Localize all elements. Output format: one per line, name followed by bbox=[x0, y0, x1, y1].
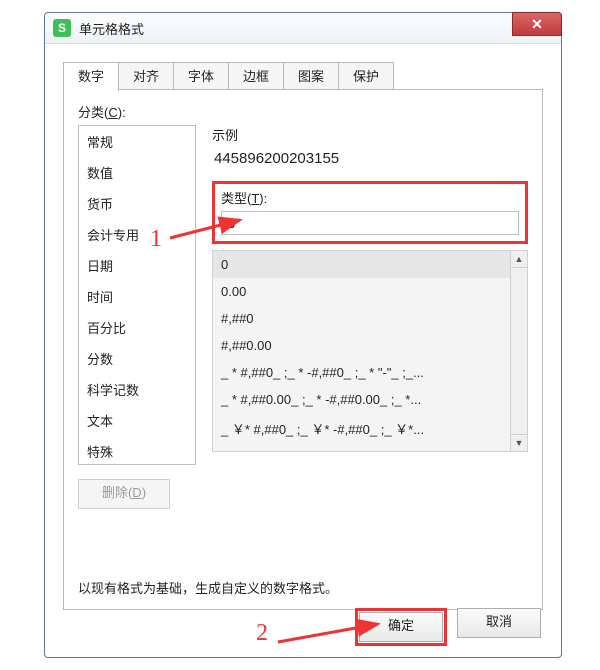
ok-button[interactable]: 确定 bbox=[359, 612, 443, 642]
cell-format-dialog: S 单元格格式 ✕ 数字 对齐 字体 边框 图案 保护 分类(C): bbox=[44, 12, 562, 658]
fmt-item-3[interactable]: #,##0.00 bbox=[213, 332, 511, 359]
dialog-button-row: 确定 取消 bbox=[355, 608, 541, 646]
hint-text: 以现有格式为基础，生成自定义的数字格式。 bbox=[78, 578, 338, 597]
tab-align[interactable]: 对齐 bbox=[118, 62, 174, 90]
tab-protect[interactable]: 保护 bbox=[338, 62, 394, 90]
tab-number[interactable]: 数字 bbox=[63, 62, 119, 91]
scroll-up-icon[interactable]: ▲ bbox=[511, 251, 527, 268]
annotation-box-1: 类型(T): bbox=[212, 181, 528, 244]
cat-text[interactable]: 文本 bbox=[79, 405, 195, 436]
cat-special[interactable]: 特殊 bbox=[79, 436, 195, 465]
cat-number[interactable]: 数值 bbox=[79, 157, 195, 188]
cat-general[interactable]: 常规 bbox=[79, 126, 195, 157]
titlebar: S 单元格格式 ✕ bbox=[45, 13, 561, 44]
fmt-item-2[interactable]: #,##0 bbox=[213, 305, 511, 332]
example-label: 示例 bbox=[212, 125, 528, 144]
category-label: 分类(C): bbox=[78, 102, 528, 121]
tab-pattern[interactable]: 图案 bbox=[283, 62, 339, 90]
window-title: 单元格格式 bbox=[79, 19, 144, 38]
fmt-item-1[interactable]: 0.00 bbox=[213, 278, 511, 305]
type-input[interactable] bbox=[221, 211, 519, 235]
right-column: 示例 445896200203155 类型(T): 0 0.00 #,##0 bbox=[212, 125, 528, 465]
cat-currency[interactable]: 货币 bbox=[79, 188, 195, 219]
tab-strip: 数字 对齐 字体 边框 图案 保护 bbox=[63, 62, 543, 90]
close-button[interactable]: ✕ bbox=[512, 12, 562, 36]
tab-border[interactable]: 边框 bbox=[228, 62, 284, 90]
cat-time[interactable]: 时间 bbox=[79, 281, 195, 312]
tab-panel-number: 分类(C): 常规 数值 货币 会计专用 日期 时间 百分比 分数 科学记数 文 bbox=[63, 90, 543, 610]
format-list[interactable]: 0 0.00 #,##0 #,##0.00 _ * #,##0_ ;_ * -#… bbox=[212, 250, 528, 452]
cancel-button[interactable]: 取消 bbox=[457, 608, 541, 638]
scroll-down-icon[interactable]: ▼ bbox=[511, 434, 527, 451]
cat-scientific[interactable]: 科学记数 bbox=[79, 374, 195, 405]
cat-percent[interactable]: 百分比 bbox=[79, 312, 195, 343]
fmt-item-6[interactable]: _ ￥* #,##0_ ;_ ￥* -#,##0_ ;_ ￥*... bbox=[213, 413, 511, 444]
cat-fraction[interactable]: 分数 bbox=[79, 343, 195, 374]
example-value: 445896200203155 bbox=[214, 150, 528, 167]
app-icon: S bbox=[53, 19, 71, 37]
annotation-box-2: 确定 bbox=[355, 608, 447, 646]
delete-button: 删除(D) bbox=[78, 479, 170, 509]
cat-date[interactable]: 日期 bbox=[79, 250, 195, 281]
fmt-item-4[interactable]: _ * #,##0_ ;_ * -#,##0_ ;_ * "-"_ ;_... bbox=[213, 359, 511, 386]
type-label: 类型(T): bbox=[221, 188, 519, 207]
tab-font[interactable]: 字体 bbox=[173, 62, 229, 90]
cat-accounting[interactable]: 会计专用 bbox=[79, 219, 195, 250]
format-scrollbar[interactable]: ▲ ▼ bbox=[510, 251, 527, 451]
close-icon: ✕ bbox=[531, 17, 543, 31]
fmt-item-0[interactable]: 0 bbox=[213, 251, 511, 278]
fmt-item-5[interactable]: _ * #,##0.00_ ;_ * -#,##0.00_ ;_ *... bbox=[213, 386, 511, 413]
category-list[interactable]: 常规 数值 货币 会计专用 日期 时间 百分比 分数 科学记数 文本 特殊 自定… bbox=[78, 125, 196, 465]
